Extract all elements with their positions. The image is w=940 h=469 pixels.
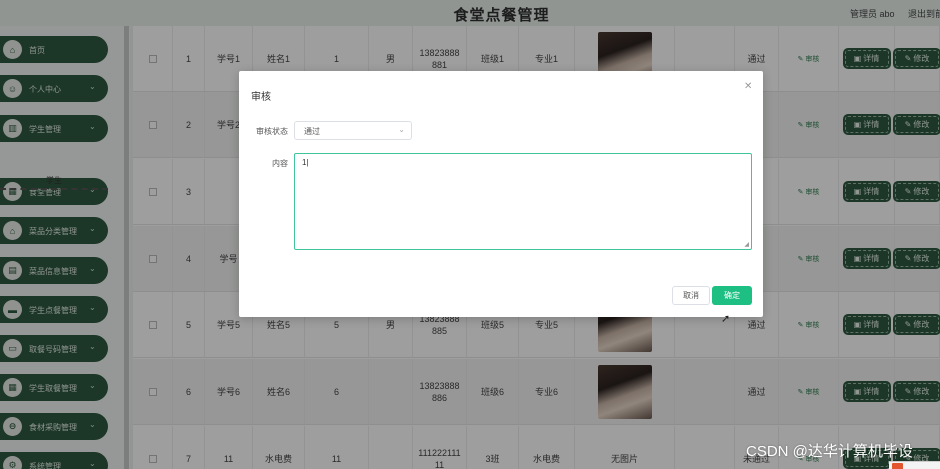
resize-grip-icon[interactable]: ◢: [744, 241, 749, 248]
status-label: 审核状态: [256, 127, 288, 136]
status-select-value: 通过: [304, 127, 320, 136]
content-value: 1|: [302, 158, 309, 167]
close-icon[interactable]: ✕: [744, 81, 752, 92]
chevron-down-icon: ⌄: [398, 125, 405, 134]
cancel-button[interactable]: 取消: [672, 286, 710, 305]
dialog-title: 审核: [251, 92, 271, 103]
content-label: 内容: [272, 159, 288, 168]
confirm-button[interactable]: 确定: [712, 286, 752, 305]
status-select[interactable]: 通过 ⌄: [294, 121, 412, 140]
watermark: CSDN @达华计算机毕设: [746, 443, 913, 460]
csdn-badge: [889, 461, 940, 469]
csdn-logo-icon: [892, 463, 903, 469]
audit-dialog: 审核 ✕ 审核状态 通过 ⌄ 内容 1| ◢ 取消 确定: [239, 71, 763, 317]
content-textarea[interactable]: 1| ◢: [294, 153, 752, 250]
mouse-cursor-icon: ➚: [721, 313, 731, 325]
